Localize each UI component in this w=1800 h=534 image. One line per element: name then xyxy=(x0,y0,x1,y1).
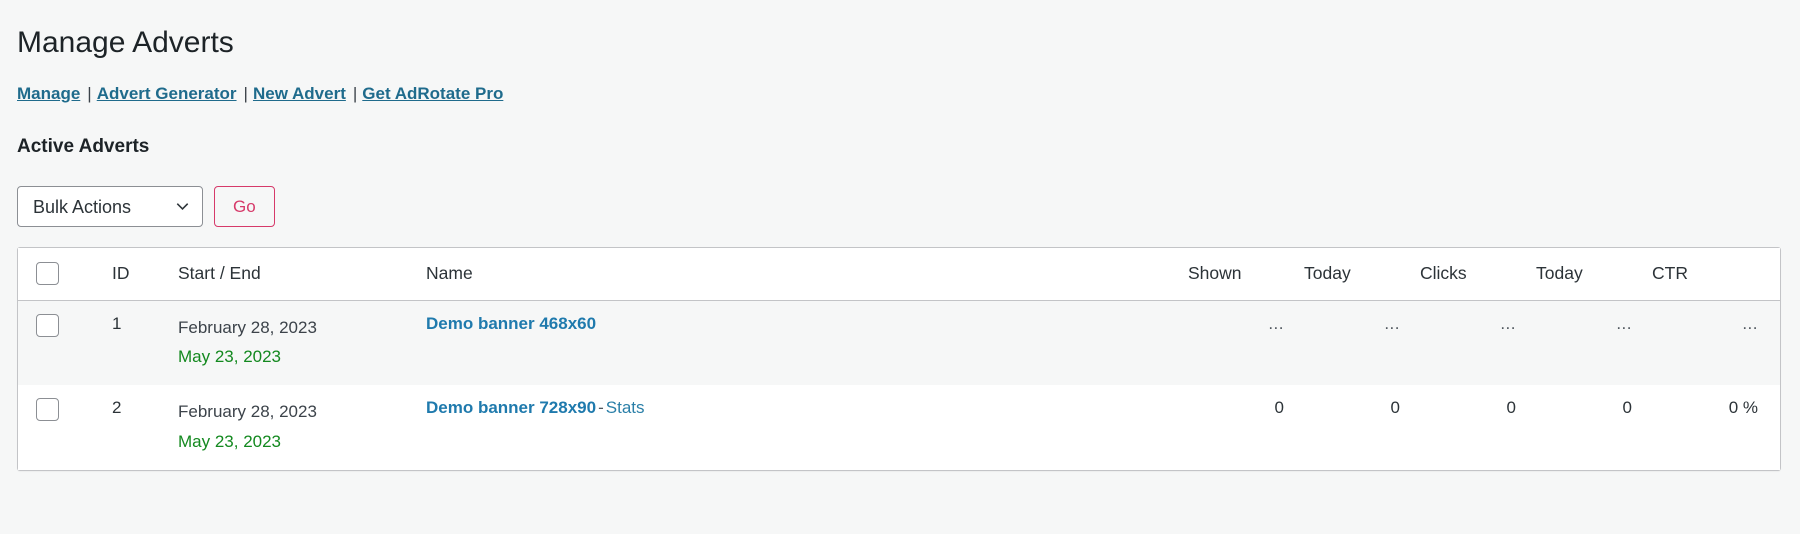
subnav-separator-2: | xyxy=(243,84,248,103)
adverts-table-container: ID Start / End Name Shown Today Clicks T… xyxy=(17,247,1781,471)
row-shown-value: ... xyxy=(1268,314,1284,334)
column-header-dates[interactable]: Start / End xyxy=(168,248,416,302)
subnav-item-manage[interactable]: Manage xyxy=(17,84,80,103)
row-shown-today: 0 xyxy=(1294,385,1410,470)
select-all-header xyxy=(18,248,102,302)
subnav: Manage | Advert Generator | New Advert | Get A… xyxy=(17,81,1778,107)
row-checkbox[interactable] xyxy=(36,314,59,338)
row-shown: 0 xyxy=(1178,385,1294,470)
table-head: ID Start / End Name Shown Today Clicks T… xyxy=(18,248,1780,302)
row-end-date: May 23, 2023 xyxy=(178,347,282,367)
subnav-separator-3: | xyxy=(352,84,358,103)
chevron-down-icon xyxy=(176,200,189,213)
row-clicks-today: ... xyxy=(1526,300,1642,386)
subnav-item-get-adrotate-pro[interactable]: Get AdRotate Pro xyxy=(362,84,503,103)
column-header-clicks[interactable]: Clicks xyxy=(1410,248,1526,302)
row-ctr-value: ... xyxy=(1742,314,1758,334)
subnav-item-new-advert[interactable]: New Advert xyxy=(253,84,346,103)
row-shown: ... xyxy=(1178,300,1294,386)
row-clicks-value: ... xyxy=(1500,314,1516,334)
row-dates: February 28, 2023 May 23, 2023 xyxy=(168,300,416,386)
table-header-row: ID Start / End Name Shown Today Clicks T… xyxy=(18,248,1780,302)
advert-stats-link[interactable]: Stats xyxy=(606,398,645,417)
advert-name-link[interactable]: Demo banner 468x60 xyxy=(426,314,596,333)
row-shown-today: ... xyxy=(1294,300,1410,386)
bulk-actions-selected-label: Bulk Actions xyxy=(33,196,132,217)
section-heading-active-adverts: Active Adverts xyxy=(17,135,150,157)
row-ctr: ... xyxy=(1642,300,1780,386)
table-row: 2 February 28, 2023 May 23, 2023 Demo ba… xyxy=(18,385,1780,470)
go-button[interactable]: Go xyxy=(214,186,275,228)
bulk-actions-select[interactable]: Bulk Actions xyxy=(17,186,203,228)
row-id: 2 xyxy=(102,385,168,470)
row-dates: February 28, 2023 May 23, 2023 xyxy=(168,385,416,470)
column-header-clicks-today[interactable]: Today xyxy=(1526,248,1642,302)
name-separator: - xyxy=(598,398,604,418)
subnav-item-advert-generator[interactable]: Advert Generator xyxy=(97,84,237,103)
column-header-ctr[interactable]: CTR xyxy=(1642,248,1780,302)
row-name-cell: Demo banner 468x60 xyxy=(416,300,1178,386)
row-select-cell xyxy=(18,385,102,470)
table-row: 1 February 28, 2023 May 23, 2023 Demo ba… xyxy=(18,300,1780,386)
row-checkbox[interactable] xyxy=(36,398,59,422)
row-clicks: 0 xyxy=(1410,385,1526,470)
adverts-table: ID Start / End Name Shown Today Clicks T… xyxy=(18,248,1780,470)
row-clicks-today: 0 xyxy=(1526,385,1642,470)
row-shown-today-value: ... xyxy=(1384,314,1400,334)
row-id: 1 xyxy=(102,300,168,386)
row-select-cell xyxy=(18,300,102,386)
row-ctr: 0 % xyxy=(1642,385,1780,470)
advert-name-link[interactable]: Demo banner 728x90 xyxy=(426,398,596,417)
row-start-date: February 28, 2023 xyxy=(178,318,317,338)
column-header-name[interactable]: Name xyxy=(416,248,1178,302)
row-end-date: May 23, 2023 xyxy=(178,431,282,451)
row-name-cell: Demo banner 728x90- Stats xyxy=(416,385,1178,470)
row-start-date: February 28, 2023 xyxy=(178,402,317,422)
row-clicks-today-value: ... xyxy=(1616,314,1632,334)
select-all-checkbox[interactable] xyxy=(36,262,59,286)
column-header-shown[interactable]: Shown xyxy=(1178,248,1294,302)
column-header-shown-today[interactable]: Today xyxy=(1294,248,1410,302)
bulk-actions-bar: Bulk Actions Go xyxy=(17,186,1778,228)
subnav-separator-1: | xyxy=(87,84,92,103)
page-title: Manage Adverts xyxy=(17,26,234,59)
table-body: 1 February 28, 2023 May 23, 2023 Demo ba… xyxy=(18,300,1780,470)
admin-page: Manage Adverts Manage | Advert Generator | N… xyxy=(0,0,1800,471)
column-header-id[interactable]: ID xyxy=(102,248,168,302)
row-clicks: ... xyxy=(1410,300,1526,386)
